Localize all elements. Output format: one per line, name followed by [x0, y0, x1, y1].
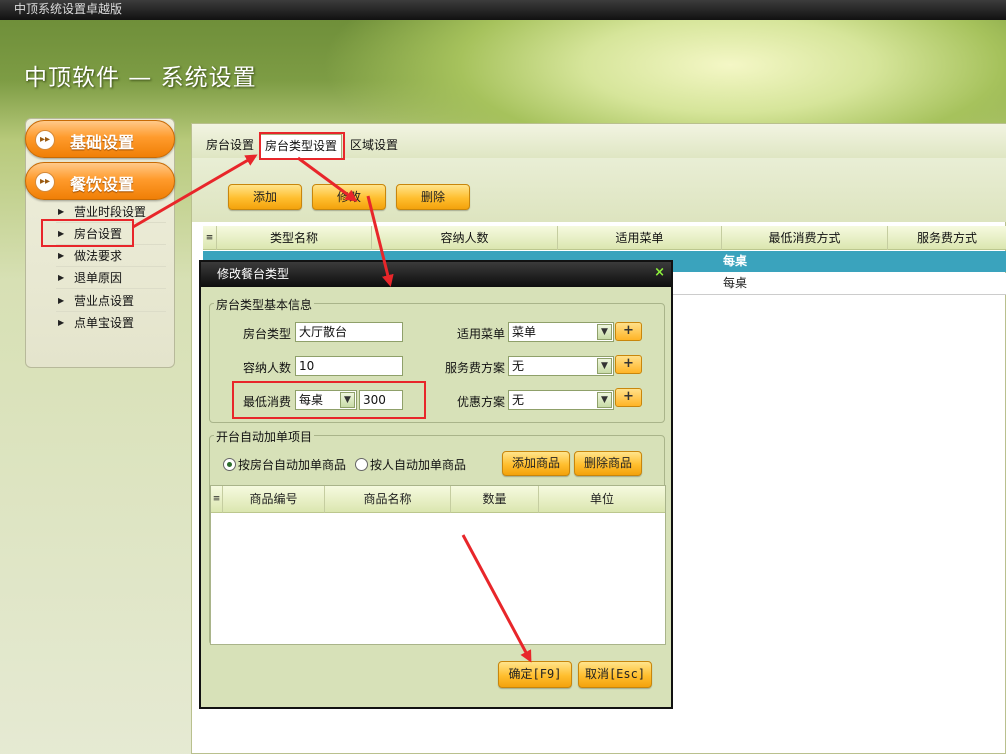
goods-grid: ≡ 商品编号 商品名称 数量 单位 — [210, 485, 666, 645]
menu-label: 适用菜单 — [456, 327, 505, 341]
radio-unchecked-icon — [355, 458, 368, 471]
nav-group-catering-label: 餐饮设置 — [70, 175, 135, 194]
delete-goods-button[interactable]: 删除商品 — [574, 451, 642, 476]
column-header[interactable]: 商品编号 — [223, 486, 325, 513]
tab-room-settings[interactable]: 房台设置 — [202, 134, 258, 158]
add-service-plan-button[interactable]: + — [615, 355, 642, 374]
discount-plan-label: 优惠方案 — [456, 395, 505, 409]
edit-button[interactable]: 修改 — [312, 184, 386, 210]
sidebar-item-order-treasure[interactable]: ▶ 点单宝设置 — [56, 312, 166, 334]
dialog-title: 修改餐台类型 — [201, 262, 671, 287]
column-header[interactable]: 最低消费方式 — [722, 226, 888, 250]
window-title: 中顶系统设置卓越版 — [0, 0, 1006, 20]
app-title: 中顶软件 — 系统设置 — [24, 65, 257, 91]
column-header[interactable]: 单位 — [539, 486, 665, 513]
column-header[interactable]: 类型名称 — [217, 226, 372, 250]
nav-group-basic-label: 基础设置 — [70, 133, 135, 152]
radio-by-person[interactable]: 按人自动加单商品 — [355, 458, 466, 472]
grid-menu-icon[interactable]: ≡ — [211, 486, 223, 513]
room-type-input[interactable]: 大厅散台 — [295, 322, 403, 342]
highlight-box-tab — [259, 132, 345, 160]
chevron-down-icon[interactable]: ▼ — [597, 358, 612, 374]
radio-by-person-label: 按人自动加单商品 — [370, 458, 467, 472]
forward-icon: ▸▸ — [35, 130, 55, 150]
radio-by-room-label: 按房台自动加单商品 — [238, 458, 347, 472]
grid-menu-icon[interactable]: ≡ — [203, 226, 217, 250]
delete-button[interactable]: 删除 — [396, 184, 470, 210]
highlight-box-sidebar — [41, 219, 134, 247]
triangle-right-icon: ▶ — [58, 296, 65, 305]
triangle-right-icon: ▶ — [58, 273, 65, 282]
service-plan-label: 服务费方案 — [444, 361, 505, 375]
column-header[interactable]: 容纳人数 — [372, 226, 558, 250]
discount-plan-select[interactable]: 无 ▼ — [508, 390, 614, 410]
menu-select-value: 菜单 — [512, 325, 537, 339]
service-plan-select[interactable]: 无 ▼ — [508, 356, 614, 376]
add-discount-plan-button[interactable]: + — [615, 388, 642, 407]
forward-icon: ▸▸ — [35, 172, 55, 192]
basic-info-title: 房台类型基本信息 — [214, 296, 315, 313]
add-button[interactable]: 添加 — [228, 184, 302, 210]
capacity-label: 容纳人数 — [242, 361, 291, 375]
column-header[interactable]: 适用菜单 — [558, 226, 722, 250]
sidebar-item-label: 点单宝设置 — [74, 316, 135, 330]
triangle-right-icon: ▶ — [58, 251, 65, 260]
column-header[interactable]: 商品名称 — [325, 486, 451, 513]
sidebar-item-label: 做法要求 — [74, 249, 123, 263]
discount-plan-value: 无 — [512, 393, 525, 407]
sidebar-item-cooking-requests[interactable]: ▶ 做法要求 — [56, 245, 166, 267]
tab-area-settings[interactable]: 区域设置 — [346, 134, 402, 158]
add-menu-button[interactable]: + — [615, 322, 642, 341]
sidebar-item-label: 营业点设置 — [74, 294, 135, 308]
auto-add-title: 开台自动加单项目 — [214, 428, 315, 445]
triangle-right-icon: ▶ — [58, 318, 65, 327]
radio-by-room[interactable]: 按房台自动加单商品 — [223, 458, 346, 472]
chevron-down-icon[interactable]: ▼ — [597, 392, 612, 408]
table-cell: 每桌 — [723, 254, 748, 268]
service-plan-value: 无 — [512, 359, 525, 373]
room-type-label: 房台类型 — [242, 327, 291, 341]
column-header[interactable]: 服务费方式 — [888, 226, 1006, 250]
capacity-input[interactable]: 10 — [295, 356, 403, 376]
sidebar-item-business-points[interactable]: ▶ 营业点设置 — [56, 290, 166, 312]
close-icon[interactable]: × — [654, 265, 665, 280]
cancel-button[interactable]: 取消[Esc] — [578, 661, 652, 688]
nav-group-catering[interactable]: ▸▸ 餐饮设置 — [25, 162, 175, 200]
menu-select[interactable]: 菜单 ▼ — [508, 322, 614, 342]
sidebar-item-return-reasons[interactable]: ▶ 退单原因 — [56, 267, 166, 289]
add-goods-button[interactable]: 添加商品 — [502, 451, 570, 476]
column-header[interactable]: 数量 — [451, 486, 539, 513]
radio-checked-icon — [223, 458, 236, 471]
chevron-down-icon[interactable]: ▼ — [597, 324, 612, 340]
sidebar-item-label: 退单原因 — [74, 271, 123, 285]
highlight-box-min-consume — [232, 381, 426, 419]
ok-button[interactable]: 确定[F9] — [498, 661, 572, 688]
table-cell: 每桌 — [723, 276, 748, 290]
edit-room-type-dialog: 修改餐台类型 × 房台类型基本信息 房台类型 大厅散台 容纳人数 10 最低消费… — [199, 260, 673, 709]
nav-group-basic[interactable]: ▸▸ 基础设置 — [25, 120, 175, 158]
